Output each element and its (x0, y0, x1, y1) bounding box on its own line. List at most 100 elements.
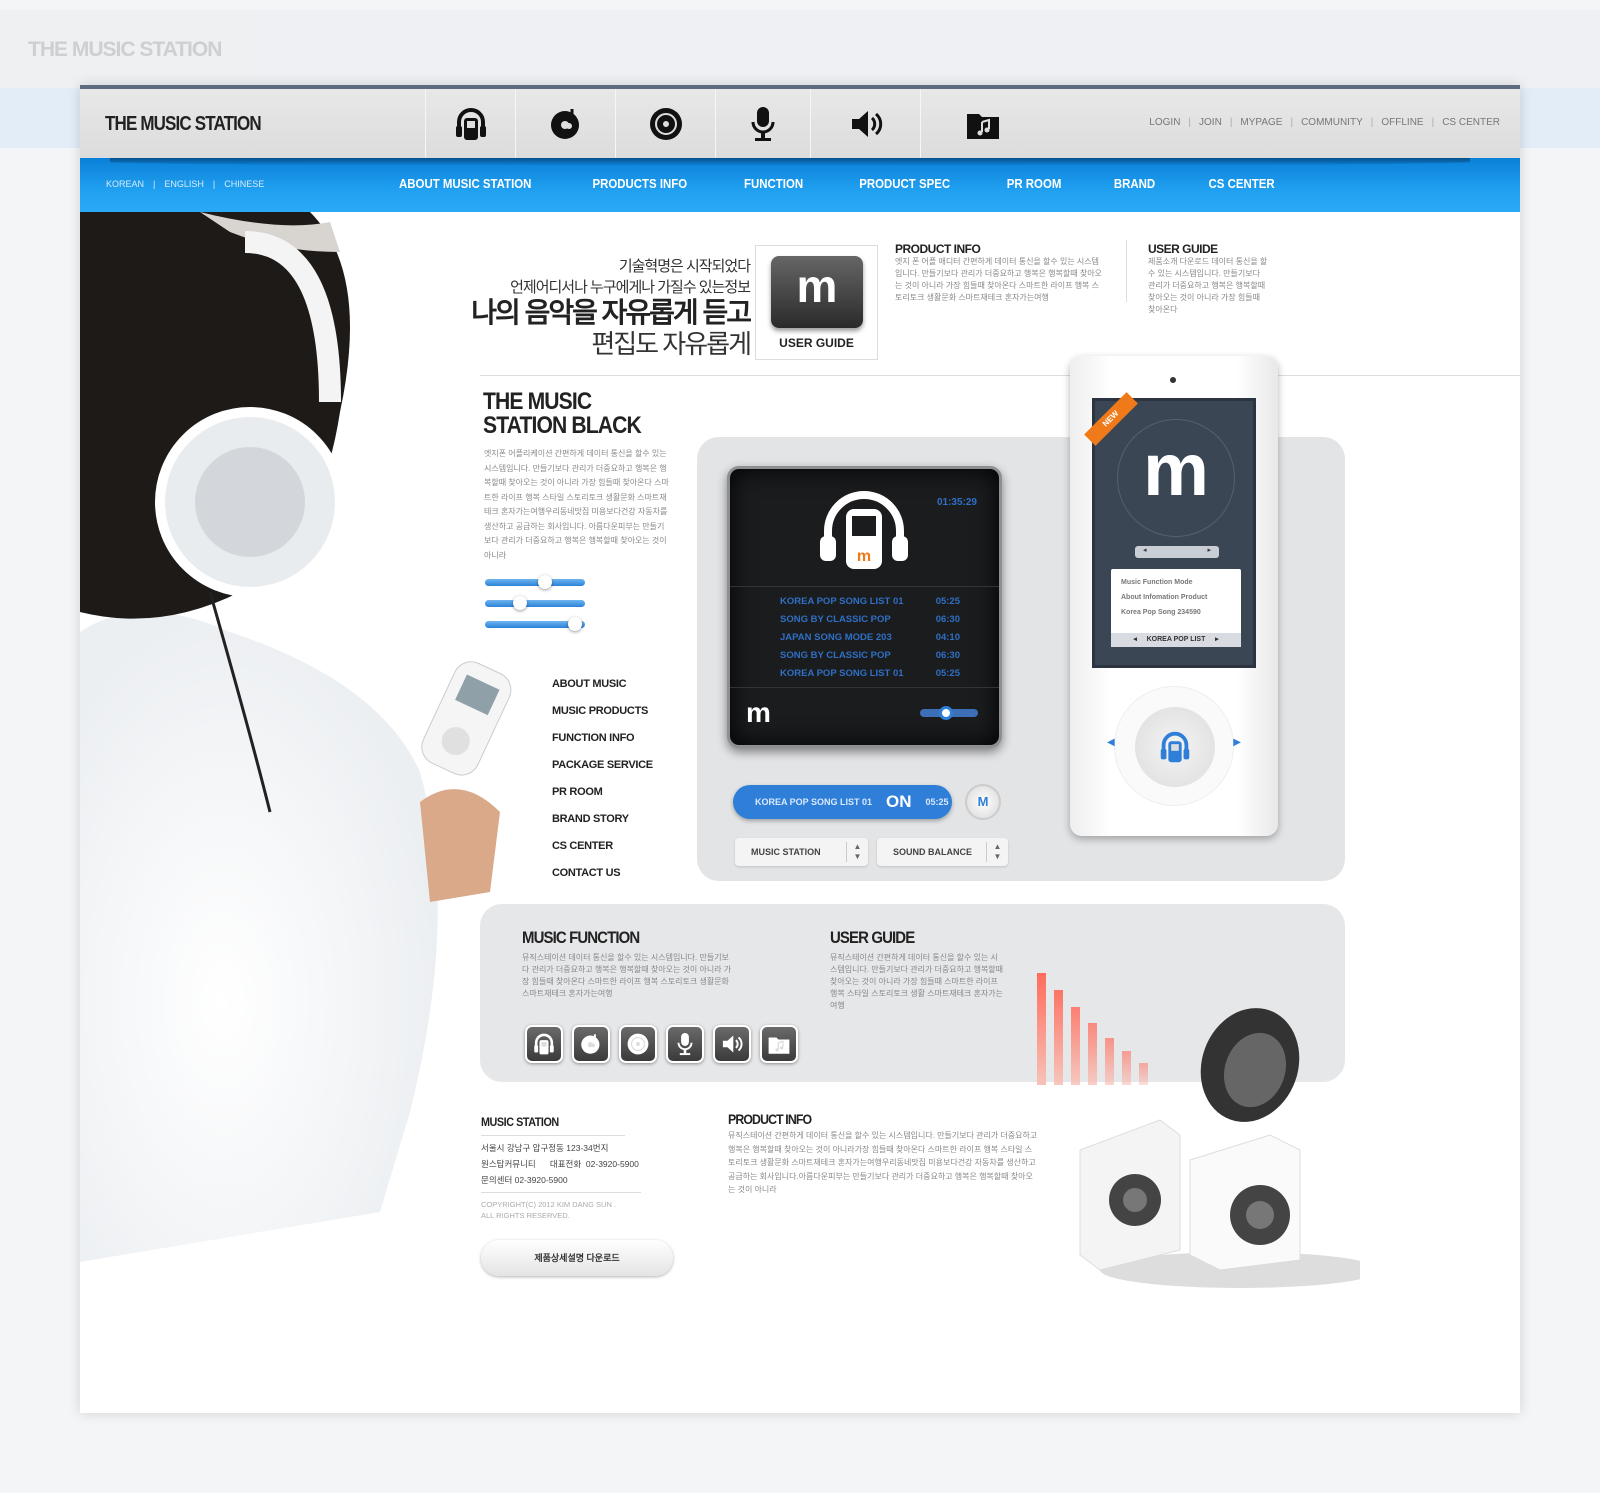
music-folder-icon[interactable] (920, 89, 1045, 158)
music-folder-icon[interactable] (760, 1025, 798, 1063)
song-row[interactable]: SONG BY CLASSIC POP 06:30 (780, 614, 960, 625)
side-menu-pr-room[interactable]: PR ROOM (552, 786, 653, 813)
music-function-title: MUSIC FUNCTION (522, 928, 640, 947)
join-link[interactable]: JOIN (1199, 117, 1222, 128)
hero-line-2: 언제어디서나 누구에게나 가질수 있는정보 (510, 279, 751, 296)
lang-english[interactable]: ENGLISH (164, 179, 204, 189)
phone-list-item[interactable]: About Infomation Product (1121, 590, 1231, 605)
speaker-disc-icon[interactable] (615, 89, 715, 158)
volume-icon[interactable] (713, 1025, 751, 1063)
slider-3-handle[interactable] (568, 617, 582, 631)
cs-center-link[interactable]: CS CENTER (1442, 117, 1500, 128)
speaker-disc-icon[interactable] (619, 1025, 657, 1063)
background-ghost-header: THE MUSIC STATION (0, 10, 1600, 90)
song-row[interactable]: KOREA POP SONG LIST 01 05:25 (780, 668, 960, 679)
sound-balance-select[interactable]: SOUND BALANCE ▲ ▼ (877, 838, 1008, 866)
volume-icon[interactable] (810, 89, 920, 158)
product-info-block: PRODUCT INFO 엣지 폰 어플 애디터 간편하게 데이터 통신을 할수… (895, 242, 1105, 304)
footer-phone: 원스탑커뮤니티 대표전화 02-3920-5900 (481, 1159, 639, 1169)
main-menu: ABOUT MUSIC STATION PRODUCTS INFO FUNCTI… (390, 176, 1325, 191)
offline-link[interactable]: OFFLINE (1381, 117, 1423, 128)
nav-function[interactable]: FUNCTION (744, 176, 803, 191)
side-menu-about-music[interactable]: ABOUT MUSIC (552, 678, 653, 705)
slider-2[interactable] (485, 596, 585, 610)
microphone-icon[interactable] (666, 1025, 704, 1063)
song-time: 05:25 (935, 596, 960, 607)
song-row[interactable]: JAPAN SONG MODE 203 04:10 (780, 632, 960, 643)
music-station-select[interactable]: MUSIC STATION ▲ ▼ (735, 838, 868, 866)
download-button[interactable]: 제품상세설명 다운로드 (481, 1240, 673, 1276)
song-row[interactable]: KOREA POP SONG LIST 01 05:25 (780, 596, 960, 607)
hero-line-1: 기술혁명은 시작되었다 (618, 258, 751, 275)
now-playing-bar[interactable]: KOREA POP SONG LIST 01 ON 05:25 (733, 785, 952, 819)
phone-list-item[interactable]: Music Function Mode (1121, 575, 1231, 590)
side-menu-package-service[interactable]: PACKAGE SERVICE (552, 759, 653, 786)
product-title-line-2: STATION BLACK (483, 412, 642, 439)
progress-handle[interactable] (939, 706, 954, 720)
phone-list-label: KOREA POP LIST (1146, 636, 1206, 643)
cd-note-icon[interactable] (515, 89, 615, 158)
side-menu-function-info[interactable]: FUNCTION INFO (552, 732, 653, 759)
user-guide-tile[interactable]: m USER GUIDE (755, 245, 878, 360)
footer-title: MUSIC STATION (481, 1115, 625, 1136)
nav-about[interactable]: ABOUT MUSIC STATION (399, 176, 531, 191)
phone-list-item[interactable]: Korea Pop Song 234590 (1121, 605, 1231, 620)
mypage-link[interactable]: MYPAGE (1240, 117, 1282, 128)
user-guide-2-text: 뮤직스테이션 간편하게 데이터 통신을 할수 있는 시스템입니다. 만들기보다 … (830, 953, 1004, 1010)
side-menu: ABOUT MUSIC MUSIC PRODUCTS FUNCTION INFO… (552, 678, 653, 894)
divider (730, 687, 999, 688)
side-menu-contact-us[interactable]: CONTACT US (552, 867, 653, 894)
slider-1[interactable] (485, 575, 585, 589)
m-button[interactable]: M (965, 784, 1001, 820)
phone-nav-arrows[interactable]: ◂ ▸ (1135, 546, 1219, 558)
site-logo[interactable]: THE MUSIC STATION (105, 113, 262, 136)
music-function-text: 뮤직스테이션 데이터 통신을 할수 있는 시스템입니다. 만들기보다 관리가 더… (522, 953, 732, 998)
nav-brand[interactable]: BRAND (1113, 176, 1154, 191)
product-info-text: 엣지 폰 어플 애디터 간편하게 데이터 통신을 할수 있는 시스템입니다. 만… (895, 257, 1102, 302)
stepper-arrows-icon[interactable]: ▲ ▼ (846, 842, 868, 862)
hero-copy: 기술혁명은 시작되었다 언제어디서나 누구에게나 가질수 있는정보 나의 음악을… (471, 255, 752, 359)
music-player: 01:35:29 m KOREA POP SONG LIST 01 05:25 S… (727, 466, 1002, 748)
phone-device: NEW m ◂ ▸ Music Function Mode About Infom… (1070, 356, 1278, 836)
headphones-player-icon[interactable] (525, 1025, 563, 1063)
nav-spec[interactable]: PRODUCT SPEC (859, 176, 950, 191)
nav-cs-center[interactable]: CS CENTER (1208, 176, 1274, 191)
footer-product-info-title: PRODUCT INFO (728, 1111, 812, 1127)
song-title: KOREA POP SONG LIST 01 (780, 668, 904, 679)
hero-line-3: 나의 음악을 자유롭게 듣고 (471, 297, 752, 328)
microphone-icon[interactable] (715, 89, 810, 158)
song-title: SONG BY CLASSIC POP (780, 614, 891, 625)
stepper-arrows-icon[interactable]: ▲ ▼ (986, 842, 1008, 862)
community-link[interactable]: COMMUNITY (1301, 117, 1363, 128)
nav-pr-room[interactable]: PR ROOM (1006, 176, 1061, 191)
phone-logo: m (1117, 419, 1235, 537)
footer-contact: 서울시 강남구 압구정동 123-34번지 원스탑커뮤니티 대표전화 02-392… (481, 1136, 641, 1193)
click-wheel[interactable]: ◀ ▶ (1107, 686, 1241, 806)
slider-3[interactable] (485, 617, 585, 631)
wheel-left-arrow-icon[interactable]: ◀ (1107, 737, 1115, 748)
login-link[interactable]: LOGIN (1149, 117, 1180, 128)
copyright-line-1: COPYRIGHT(C) 2012 KIM DANG SUN . (481, 1200, 617, 1209)
wheel-right-arrow-icon[interactable]: ▶ (1233, 737, 1241, 748)
wheel-center-button[interactable] (1135, 707, 1215, 787)
phone-list-footer[interactable]: ◂ KOREA POP LIST ▸ (1111, 633, 1241, 647)
select-value: MUSIC STATION (751, 847, 821, 857)
song-title: KOREA POP SONG LIST 01 (780, 596, 904, 607)
song-row[interactable]: SONG BY CLASSIC POP 06:30 (780, 650, 960, 661)
ghost-logo: THE MUSIC STATION (28, 38, 222, 61)
player-progress[interactable] (920, 706, 978, 720)
slider-2-handle[interactable] (513, 596, 527, 610)
side-menu-brand-story[interactable]: BRAND STORY (552, 813, 653, 840)
slider-1-handle[interactable] (538, 575, 552, 589)
side-menu-cs-center[interactable]: CS CENTER (552, 840, 653, 867)
footer-company: MUSIC STATION 서울시 강남구 압구정동 123-34번지 원스탑커뮤… (481, 1115, 641, 1221)
lang-korean[interactable]: KOREAN (106, 179, 144, 189)
nav-products[interactable]: PRODUCTS INFO (593, 176, 688, 191)
song-time: 06:30 (935, 650, 960, 661)
user-guide-caption: USER GUIDE (779, 336, 854, 350)
headphones-player-icon[interactable] (425, 89, 515, 158)
camera-dot (1170, 377, 1176, 383)
side-menu-music-products[interactable]: MUSIC PRODUCTS (552, 705, 653, 732)
lang-chinese[interactable]: CHINESE (224, 179, 264, 189)
cd-note-icon[interactable] (572, 1025, 610, 1063)
